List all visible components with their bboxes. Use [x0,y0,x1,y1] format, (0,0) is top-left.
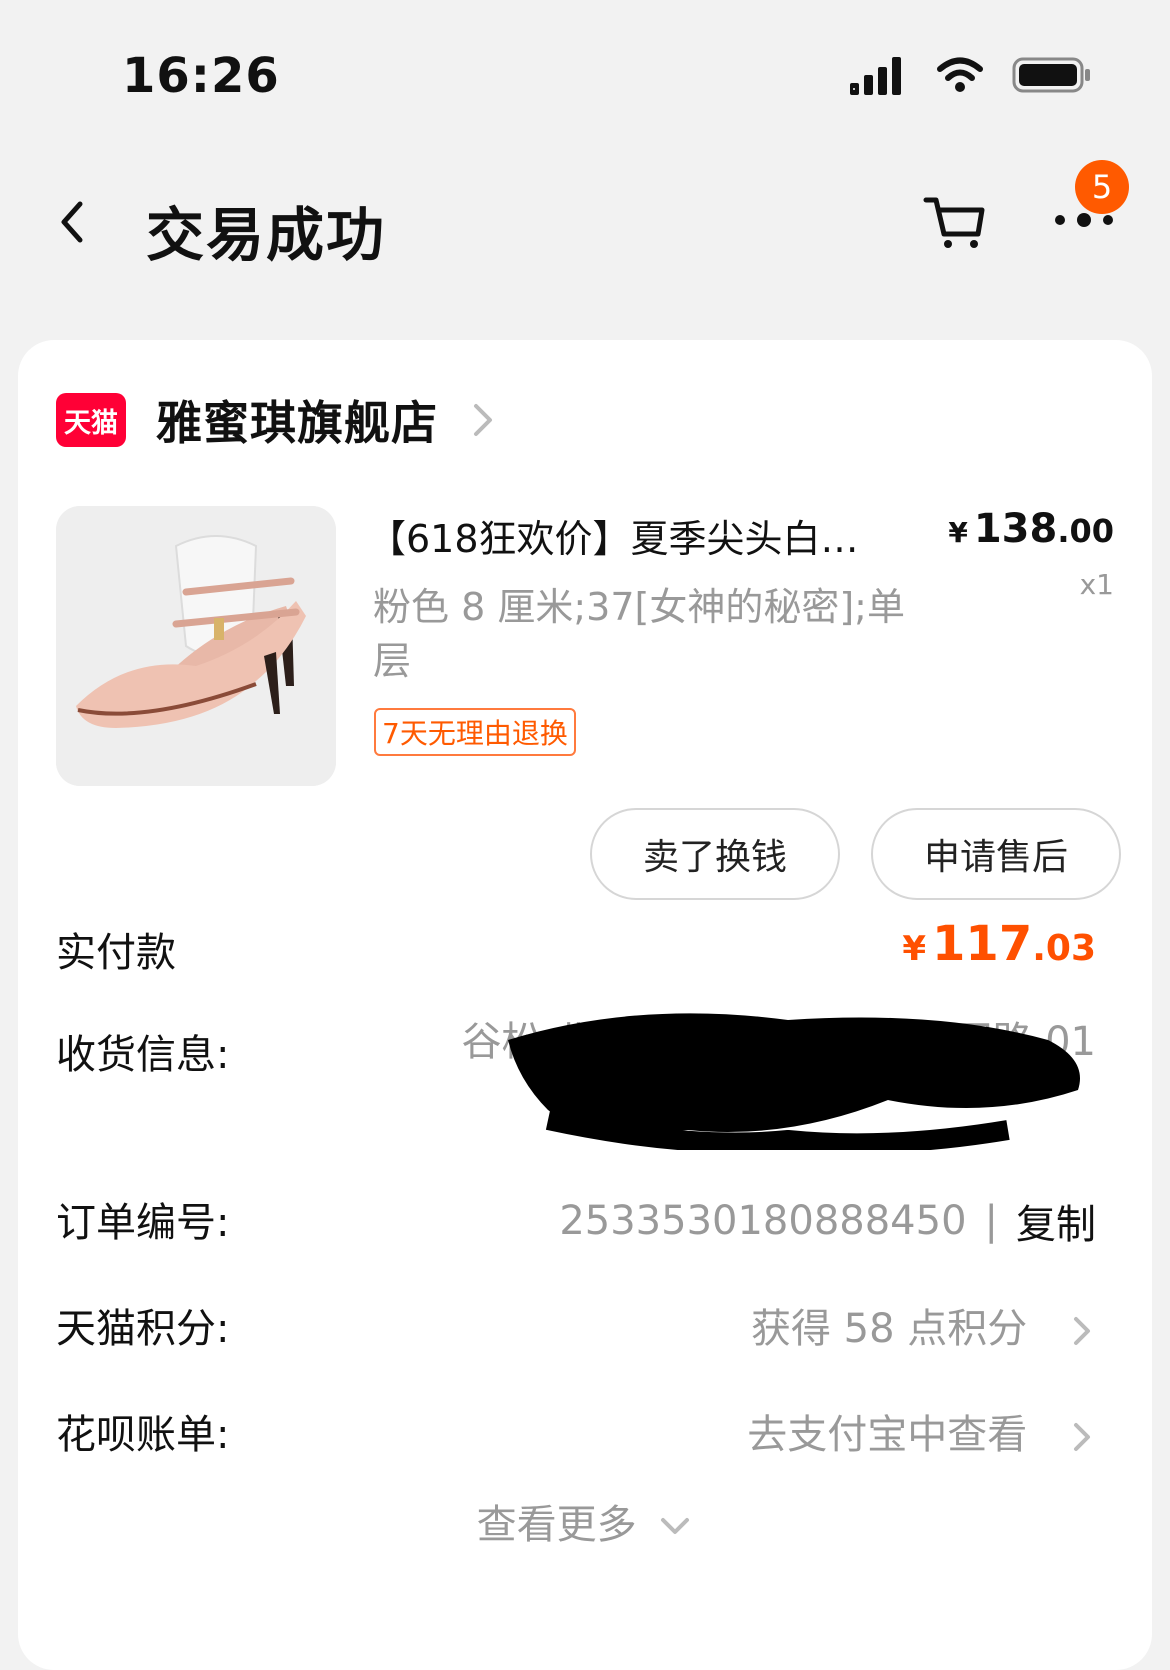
points-row[interactable]: 获得 58 点积分 [751,1296,1096,1354]
notification-badge: 5 [1075,160,1129,214]
view-more-label: 查看更多 [476,1502,637,1548]
aftersale-button[interactable]: 申请售后 [871,808,1121,900]
paid-symbol: ¥ [902,929,927,969]
status-time: 16:26 [122,48,280,104]
wifi-icon [937,57,983,92]
redaction-scribble [508,1013,1080,1150]
status-icons [850,55,1092,95]
tmall-logo: 天猫 [56,393,126,447]
back-icon[interactable] [44,192,104,252]
paid-integer: 117 [932,916,1033,972]
view-more-button[interactable]: 查看更多 [18,1492,1152,1550]
address-label: 收货信息: [56,1032,230,1078]
points-label: 天猫积分: [56,1306,230,1352]
product-price: ¥138.00 [948,506,1114,552]
huabei-row[interactable]: 去支付宝中查看 [747,1402,1096,1460]
chevron-right-icon [474,404,492,436]
chevron-right-icon [1074,1423,1090,1451]
signal-icon [850,57,901,95]
battery-icon [1012,57,1090,93]
price-decimal: .00 [1057,512,1114,550]
chevron-down-icon [661,1518,690,1534]
points-value: 获得 58 点积分 [750,1306,1028,1352]
price-integer: 138 [973,506,1058,552]
paid-label: 实付款 [56,930,176,976]
shoe-image [56,506,336,786]
order-number-label: 订单编号: [56,1200,230,1246]
order-separator: | [984,1198,998,1244]
cart-icon[interactable] [920,186,990,256]
product-title[interactable]: 【618狂欢价】夏季尖头白… [368,508,928,563]
product-spec: 粉色 8 厘米;37[女神的秘密];单层 [373,585,905,683]
page-title: 交易成功 [146,201,387,269]
sell-button[interactable]: 卖了换钱 [590,808,840,900]
status-bar: 16:26 [0,0,1170,150]
chevron-right-icon [1074,1317,1090,1345]
shop-name: 雅蜜琪旗舰店 [156,396,438,450]
return-policy-tag: 7天无理由退换 [374,708,576,756]
copy-button[interactable]: 复制 [1016,1192,1096,1250]
order-number-row: 2533530180888450 | 复制 [559,1192,1096,1250]
paid-amount: ¥117.03 [902,916,1096,972]
order-number: 2533530180888450 [559,1198,967,1244]
price-symbol: ¥ [948,516,968,549]
huabei-value: 去支付宝中查看 [747,1412,1028,1458]
nav-bar: 交易成功 [0,150,1170,300]
product-quantity: x1 [1079,568,1114,601]
paid-decimal: .03 [1032,928,1096,969]
product-image[interactable] [56,506,336,786]
huabei-label: 花呗账单: [56,1412,230,1458]
order-card: 天猫 雅蜜琪旗舰店 【618狂欢价】夏季尖头白… ¥138.00 x1 粉色 8… [18,340,1152,1670]
shop-row[interactable]: 天猫 雅蜜琪旗舰店 [56,390,498,450]
